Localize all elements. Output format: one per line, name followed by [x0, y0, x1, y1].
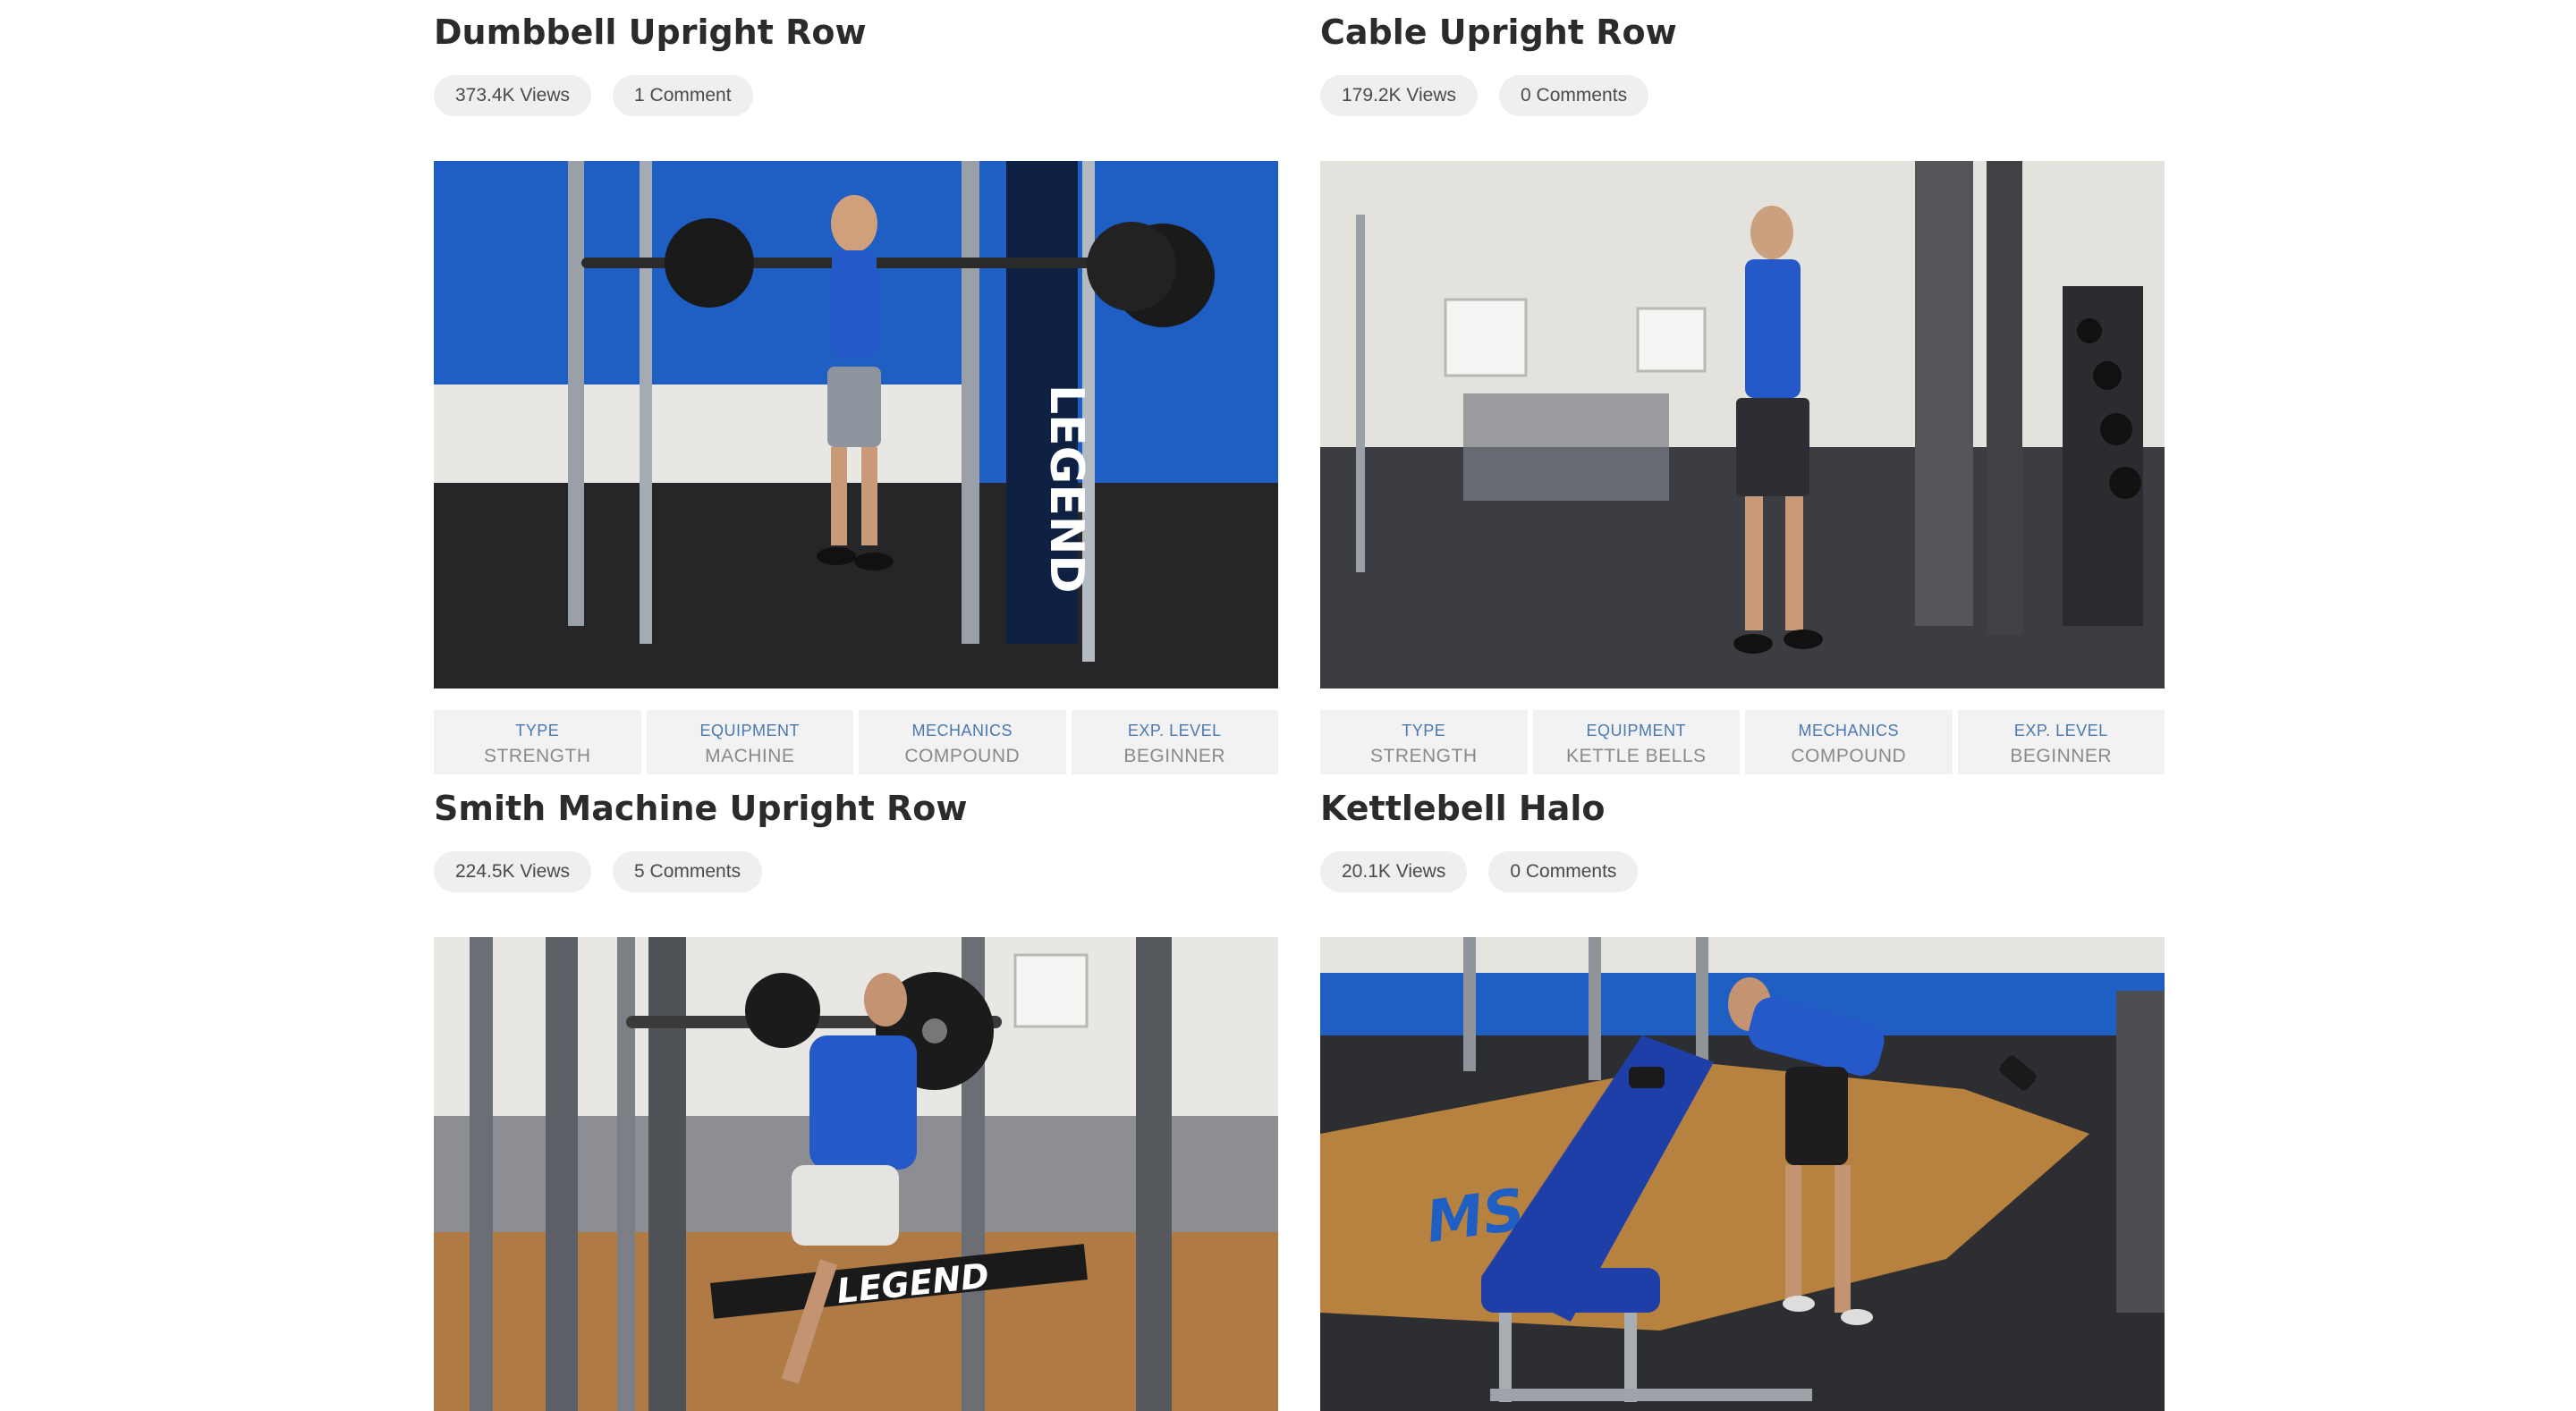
- type-tag[interactable]: TYPE STRENGTH: [1320, 710, 1528, 774]
- equipment-tag[interactable]: EQUIPMENT KETTLE BELLS: [1532, 710, 1740, 774]
- equipment-label: EQUIPMENT: [1586, 722, 1686, 739]
- exercise-image[interactable]: [1320, 161, 2165, 689]
- stats-pills: 224.5K Views 5 Comments: [434, 851, 763, 892]
- exercise-title[interactable]: Dumbbell Upright Row: [434, 13, 867, 52]
- mechanics-value: COMPOUND: [1791, 746, 1907, 766]
- exercise-attributes: TYPE STRENGTH EQUIPMENT KETTLE BELLS MEC…: [1320, 710, 2165, 774]
- mechanics-value: COMPOUND: [904, 746, 1021, 766]
- comments-pill[interactable]: 1 Comment: [613, 75, 753, 116]
- equipment-label: EQUIPMENT: [699, 722, 800, 739]
- exercise-title[interactable]: Cable Upright Row: [1320, 13, 1677, 52]
- exp-level-value: BEGINNER: [1123, 746, 1226, 766]
- mechanics-label: MECHANICS: [911, 722, 1013, 739]
- exercise-image[interactable]: LEGEND: [434, 161, 1278, 689]
- svg-text:LEGEND: LEGEND: [1039, 384, 1093, 594]
- equipment-value: KETTLE BELLS: [1565, 746, 1707, 766]
- views-pill[interactable]: 373.4K Views: [434, 75, 592, 116]
- mechanics-label: MECHANICS: [1798, 722, 1899, 739]
- exercise-photo: LEGEND: [434, 937, 1278, 1411]
- exp-level-label: EXP. LEVEL: [2013, 722, 2108, 739]
- exercise-title[interactable]: Smith Machine Upright Row: [434, 789, 968, 828]
- exercise-photo: [1320, 161, 2165, 689]
- type-value: STRENGTH: [1370, 746, 1478, 766]
- exercise-attributes: TYPE STRENGTH EQUIPMENT MACHINE MECHANIC…: [434, 710, 1278, 774]
- comments-pill[interactable]: 0 Comments: [1488, 851, 1639, 892]
- exercise-photo: MS: [1320, 937, 2165, 1411]
- mechanics-tag[interactable]: MECHANICS COMPOUND: [859, 710, 1066, 774]
- comments-pill[interactable]: 5 Comments: [613, 851, 763, 892]
- views-pill[interactable]: 224.5K Views: [434, 851, 592, 892]
- equipment-value: MACHINE: [705, 746, 795, 766]
- stats-pills: 20.1K Views 0 Comments: [1320, 851, 1639, 892]
- views-pill[interactable]: 179.2K Views: [1320, 75, 1479, 116]
- exercise-photo: LEGEND: [434, 161, 1278, 689]
- type-value: STRENGTH: [484, 746, 591, 766]
- exercise-title[interactable]: Kettlebell Halo: [1320, 789, 1606, 828]
- type-label: TYPE: [515, 722, 560, 739]
- mechanics-tag[interactable]: MECHANICS COMPOUND: [1745, 710, 1953, 774]
- exercise-image[interactable]: MS: [1320, 937, 2165, 1411]
- exp-level-tag[interactable]: EXP. LEVEL BEGINNER: [1071, 710, 1278, 774]
- type-tag[interactable]: TYPE STRENGTH: [434, 710, 641, 774]
- stats-pills: 179.2K Views 0 Comments: [1320, 75, 1649, 116]
- exercise-image[interactable]: LEGEND: [434, 937, 1278, 1411]
- equipment-tag[interactable]: EQUIPMENT MACHINE: [646, 710, 853, 774]
- stats-pills: 373.4K Views 1 Comment: [434, 75, 753, 116]
- comments-pill[interactable]: 0 Comments: [1499, 75, 1649, 116]
- exp-level-tag[interactable]: EXP. LEVEL BEGINNER: [1957, 710, 2165, 774]
- type-label: TYPE: [1402, 722, 1446, 739]
- views-pill[interactable]: 20.1K Views: [1320, 851, 1468, 892]
- exp-level-label: EXP. LEVEL: [1127, 722, 1222, 739]
- exp-level-value: BEGINNER: [2010, 746, 2113, 766]
